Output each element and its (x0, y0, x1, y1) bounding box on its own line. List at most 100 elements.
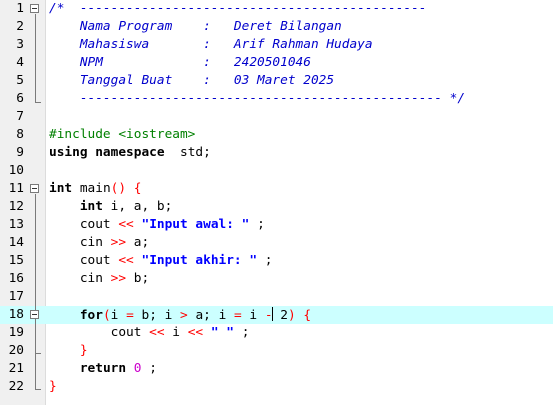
code-token: cin (49, 235, 111, 250)
code-token: ----------------------------------------… (49, 91, 466, 106)
code-line[interactable]: 16 cin >> b; (0, 270, 553, 288)
code-token: i (110, 308, 127, 323)
code-token: i (241, 308, 265, 323)
code-line[interactable]: 4 NPM : 2420501046 (0, 54, 553, 72)
code-text[interactable]: using namespace std; (49, 145, 211, 161)
code-line[interactable]: 18 for(i = b; i > a; i = i - 2) { (0, 306, 553, 324)
code-line[interactable]: 12 int i, a, b; (0, 198, 553, 216)
code-token: cout (49, 217, 119, 232)
code-text[interactable]: cout << i << " " ; (49, 325, 250, 341)
code-line[interactable]: 7 (0, 108, 553, 126)
code-text[interactable]: for(i = b; i > a; i = i - 2) { (49, 307, 311, 324)
line-number: 9 (16, 145, 24, 160)
code-token: { (303, 308, 312, 323)
code-line[interactable]: 10 (0, 162, 553, 180)
code-editor[interactable]: 1 /* ------------------------------------… (0, 0, 553, 405)
code-line[interactable]: 13 cout << "Input awal: " ; (0, 216, 553, 234)
code-token: " " (210, 325, 234, 340)
code-line[interactable]: 22} (0, 378, 553, 396)
code-text[interactable]: /* -------------------------------------… (49, 1, 427, 17)
code-line[interactable]: 19 cout << i << " " ; (0, 324, 553, 342)
code-token: cout (49, 325, 150, 340)
code-token: /* -------------------------------------… (49, 1, 427, 16)
code-token: = (126, 308, 134, 323)
code-line[interactable]: 6 --------------------------------------… (0, 90, 553, 108)
code-text[interactable]: ----------------------------------------… (49, 91, 465, 107)
code-text[interactable]: Nama Program : Deret Bilangan (49, 19, 342, 35)
code-line[interactable]: 5 Tanggal Buat : 03 Maret 2025 (0, 72, 553, 90)
code-token: ) (287, 308, 296, 323)
fold-end-marker (35, 389, 41, 390)
code-text[interactable]: #include <iostream> (49, 127, 195, 143)
code-line[interactable]: 3 Mahasiswa : Arif Rahman Hudaya (0, 36, 553, 54)
line-number: 20 (8, 343, 24, 358)
code-text[interactable]: NPM : 2420501046 (49, 55, 311, 71)
code-token: cin (49, 271, 111, 286)
code-token: Nama Program : Deret Bilangan (49, 19, 342, 34)
code-token: { (133, 181, 142, 196)
line-number: 13 (8, 217, 24, 232)
code-token: NPM : 2420501046 (49, 55, 311, 70)
code-line[interactable]: 11 int main() { (0, 180, 553, 198)
line-number: 7 (16, 109, 24, 124)
code-line[interactable]: 15 cout << "Input akhir: " ; (0, 252, 553, 270)
code-text[interactable]: Tanggal Buat : 03 Maret 2025 (49, 73, 334, 89)
line-number: 5 (16, 73, 24, 88)
code-token: } (79, 343, 88, 358)
line-number: 10 (8, 163, 24, 178)
code-token: Mahasiswa : Arif Rahman Hudaya (49, 37, 373, 52)
code-text[interactable]: } (49, 379, 57, 395)
code-token: std; (164, 145, 211, 160)
line-number: 21 (8, 361, 24, 376)
code-token: for (79, 308, 103, 323)
code-text[interactable]: cout << "Input awal: " ; (49, 217, 265, 233)
line-number: 16 (8, 271, 24, 286)
code-token: ; (233, 325, 250, 340)
line-number: 14 (8, 235, 24, 250)
code-token: main (72, 181, 111, 196)
line-number: 6 (16, 91, 24, 106)
code-text[interactable]: return 0 ; (49, 361, 157, 377)
code-line[interactable]: 20 } (0, 342, 553, 360)
code-text[interactable]: int i, a, b; (49, 199, 172, 215)
line-number: 17 (8, 289, 24, 304)
fold-toggle-icon[interactable] (30, 4, 39, 13)
code-text[interactable]: cin >> b; (49, 271, 149, 287)
code-line[interactable]: 1 /* ------------------------------------… (0, 0, 553, 18)
code-token: = (234, 308, 242, 323)
line-number: 4 (16, 55, 24, 70)
fold-guide-line (35, 14, 36, 102)
code-line[interactable]: 2 Nama Program : Deret Bilangan (0, 18, 553, 36)
code-token: } (49, 379, 57, 394)
fold-end-marker (35, 102, 41, 103)
code-token: >> (110, 235, 127, 250)
code-token: using namespace (49, 145, 165, 160)
line-number: 12 (8, 199, 24, 214)
code-text[interactable]: cin >> a; (49, 235, 149, 251)
code-token: int (49, 181, 73, 196)
code-line[interactable]: 9 using namespace std; (0, 144, 553, 162)
code-text[interactable]: Mahasiswa : Arif Rahman Hudaya (49, 37, 373, 53)
code-token: << (187, 325, 204, 340)
code-line[interactable]: 21 return 0 ; (0, 360, 553, 378)
fold-toggle-icon[interactable] (30, 310, 39, 319)
code-token: ; (141, 361, 157, 376)
code-token: "Input awal: " (141, 217, 250, 232)
line-number: 2 (16, 19, 24, 34)
code-token: << (118, 253, 134, 268)
code-token: "Input akhir: " (141, 253, 258, 268)
code-token: a; i (187, 308, 234, 323)
code-line[interactable]: 17 (0, 288, 553, 306)
code-text[interactable]: } (49, 343, 88, 359)
code-token: i (164, 325, 188, 340)
code-text[interactable]: cout << "Input akhir: " ; (49, 253, 273, 269)
code-line[interactable]: 8 #include <iostream> (0, 126, 553, 144)
fold-toggle-icon[interactable] (30, 184, 39, 193)
code-text[interactable]: int main() { (49, 181, 142, 197)
code-line[interactable]: 14 cin >> a; (0, 234, 553, 252)
